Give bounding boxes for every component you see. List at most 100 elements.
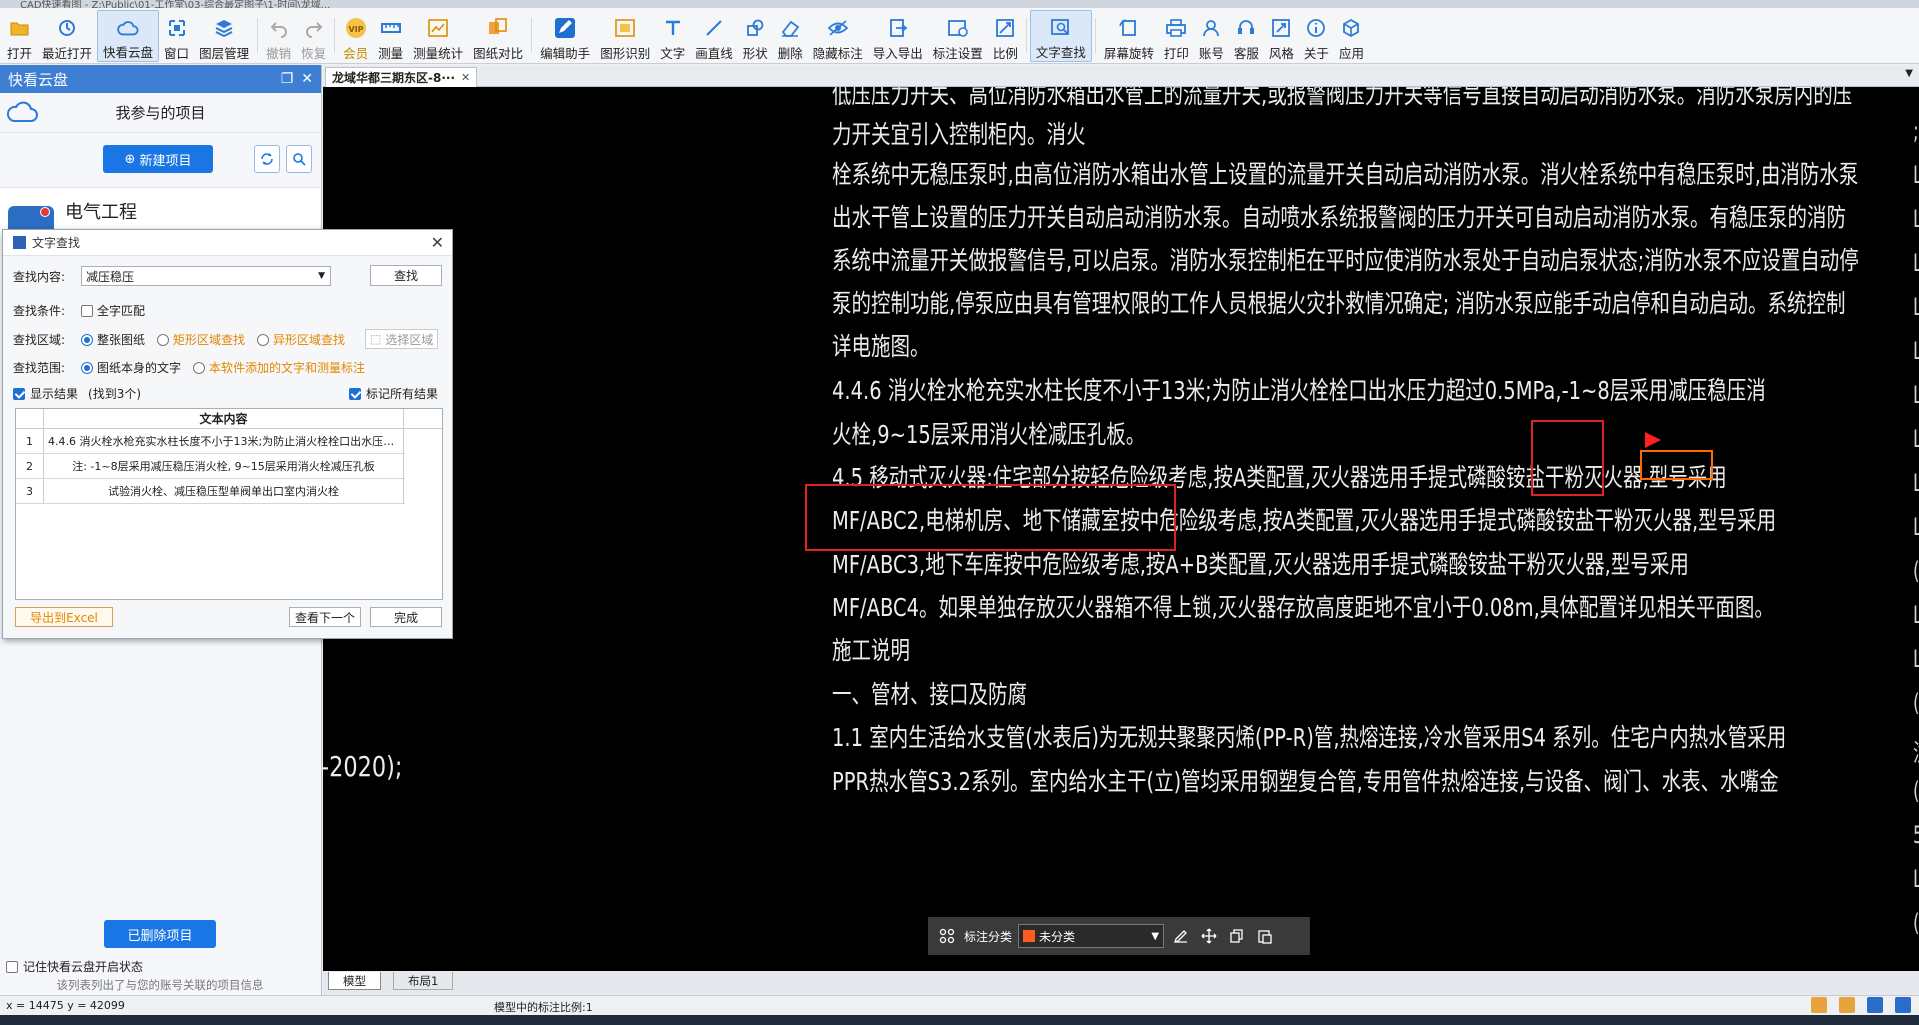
toolbar-button-apps[interactable]: 应用 [1334,10,1369,62]
table-row[interactable]: 14.4.6 消火栓水枪充实水柱长度不小于13米;为防止消火栓栓口出水压力超过0… [16,429,405,454]
done-button[interactable]: 完成 [370,607,442,627]
toolbar-button-undo[interactable]: 撤销 [261,10,296,62]
status-icon-2[interactable] [1839,997,1855,1013]
copy-icon[interactable] [1226,925,1248,947]
close-icon[interactable]: ✕ [301,71,313,87]
toolbar-button-redo[interactable]: 恢复 [296,10,331,62]
move-icon[interactable] [1198,925,1220,947]
toolbar-button-annotation-settings[interactable]: 标注设置 [928,10,988,62]
deleted-projects-button[interactable]: 已删除项目 [104,920,216,948]
tab-layout[interactable]: 布局1 [393,972,454,990]
checkbox-box[interactable] [6,960,18,973]
results-table-header: 文本内容 [16,409,442,429]
toolbar-button-vip[interactable]: VIP 会员 [338,10,373,62]
toolbar-button-style[interactable]: 风格 [1264,10,1299,62]
toolbar-button-layers[interactable]: 图层管理 [194,10,254,62]
search-button[interactable] [286,145,312,173]
new-project-button[interactable]: ⊕ 新建项目 [103,145,213,173]
tab-dropdown-icon[interactable]: ▼ [1905,68,1913,79]
toolbar-button-compare[interactable]: 图纸对比 [468,10,528,62]
radio-button[interactable] [257,333,270,346]
drawing-canvas[interactable]: 低压压力开关、高位消防水箱出水管上的流量开关,或报警阀压力开关等信号直接自动启动… [323,87,1919,971]
toolbar-button-line[interactable]: 画直线 [690,10,738,62]
toolbar-button-import-export[interactable]: 导入导出 [868,10,928,62]
toolbar-button-text-search[interactable]: 文字查找 [1029,10,1092,62]
scope-option-added[interactable]: 本软件添加的文字和测量标注 [193,359,365,376]
area-option-irregular[interactable]: 异形区域查找 [257,331,345,348]
toolbar-button-label: 图纸对比 [473,46,524,61]
history-icon [56,17,78,39]
drawing-text-line: 力开关宜引入控制柜内。消火 [832,120,1086,149]
drawing-text-line: PPR热水管S3.2系列。室内给水主干(立)管均采用钢塑复合管,专用管件热熔连接… [832,767,1779,796]
checkbox-box[interactable] [81,304,93,317]
drawing-text-fragment: ( [1913,777,1919,805]
search-button[interactable]: 查找 [370,265,442,286]
status-icon-1[interactable] [1811,997,1827,1013]
next-result-button[interactable]: 查看下一个 [289,607,361,627]
text-search-icon [1050,18,1072,38]
category-color-swatch [1023,930,1036,942]
cloud-icon [117,18,139,38]
table-row[interactable]: 2 注: -1~8层采用减压稳压消火栓, 9~15层采用消火栓减压孔板 [16,454,405,479]
scope-option-drawing[interactable]: 图纸本身的文字 [81,359,181,376]
status-icon-3[interactable] [1867,997,1883,1013]
condition-label: 查找条件: [13,304,66,318]
remember-state-checkbox[interactable]: 记住快看云盘开启状态 [6,958,143,975]
query-input[interactable]: 减压稳压 ▼ [81,266,331,286]
rotate-icon [1118,17,1140,39]
toolbar-button-history[interactable]: 最近打开 [37,10,97,62]
radio-button[interactable] [81,361,93,374]
toolbar-button-edit-assistant[interactable]: 编辑助手 [535,10,595,62]
drawing-text-fragment: 5 [1913,821,1919,849]
measure-icon [380,17,402,39]
toolbar-button-measure[interactable]: 测量 [373,10,408,62]
drawing-text-fragment: L [1913,513,1919,541]
drawing-text-line: 火栓,9~15层采用消火栓减压孔板。 [832,420,1146,449]
toolbar-button-scale[interactable]: 比例 [988,10,1023,62]
area-option-rect[interactable]: 矩形区域查找 [157,331,245,348]
toolbar-button-text[interactable]: 文字 [655,10,690,62]
mark-all-checkbox[interactable] [349,387,361,400]
toolbar-button-label: 比例 [992,46,1018,61]
annotation-category-select[interactable]: 未分类 ▼ [1018,924,1165,948]
document-tab[interactable]: 龙域华都三期东区-8··· ✕ [325,67,478,87]
toolbar-button-label: 图层管理 [199,46,250,61]
toolbar-button-rotate[interactable]: 屏幕旋转 [1099,10,1159,62]
toolbar-button-hide-annotation[interactable]: 隐藏标注 [808,10,868,62]
toolbar-button-shape[interactable]: 形状 [738,10,773,62]
toolbar-button-account[interactable]: 账号 [1194,10,1229,62]
toolbar-button-print[interactable]: 打印 [1159,10,1194,62]
panel-note: 该列表列出了与您的账号关联的项目信息 [56,978,264,992]
close-icon[interactable]: ✕ [431,233,444,252]
table-row[interactable]: 3 试验消火栓、减压稳压型单阀单出口室内消火栓 [16,479,405,504]
sync-button[interactable] [254,145,280,173]
radio-button[interactable] [193,361,206,374]
mark-all-label: 标记所有结果 [366,387,439,401]
toolbar-button-folder-open[interactable]: 打开 [2,10,37,62]
status-icon-4[interactable] [1895,997,1911,1013]
select-area-button[interactable]: ⬚ 选择区域 [365,329,439,349]
paste-icon[interactable] [1254,925,1276,947]
toolbar-button-eraser[interactable]: 删除 [773,10,808,62]
radio-button[interactable] [81,333,93,346]
chevron-down-icon[interactable]: ▼ [318,271,325,281]
toolbar-button-measure-stats[interactable]: 测量统计 [408,10,468,62]
export-excel-button[interactable]: 导出到Excel [15,607,113,627]
text-search-dialog: 文字查找 ✕ 查找内容: 减压稳压 ▼ 查找 查找条件: 全字匹配 查找区域: … [2,229,453,639]
radio-button[interactable] [157,333,170,346]
toolbar-button-info[interactable]: 关于 [1299,10,1334,62]
toolbar-button-support[interactable]: 客服 [1229,10,1264,62]
area-option-whole[interactable]: 整张图纸 [81,331,145,348]
scope-option-label: 本软件添加的文字和测量标注 [209,361,366,375]
show-results-checkbox[interactable] [13,387,25,400]
tab-model[interactable]: 模型 [328,972,381,990]
app-logo-icon [13,236,26,249]
toolbar-button-shape-recognize[interactable]: 图形识别 [595,10,655,62]
toolbar-button-cloud[interactable]: 快看云盘 [97,10,160,62]
restore-icon[interactable]: ❐ [281,71,294,87]
tab-close-icon[interactable]: ✕ [461,71,470,84]
edit-icon[interactable] [1170,925,1192,947]
toolbar-button-window[interactable]: 窗口 [159,10,194,62]
grid-icon[interactable] [936,925,958,947]
exact-match-checkbox[interactable]: 全字匹配 [81,302,145,319]
